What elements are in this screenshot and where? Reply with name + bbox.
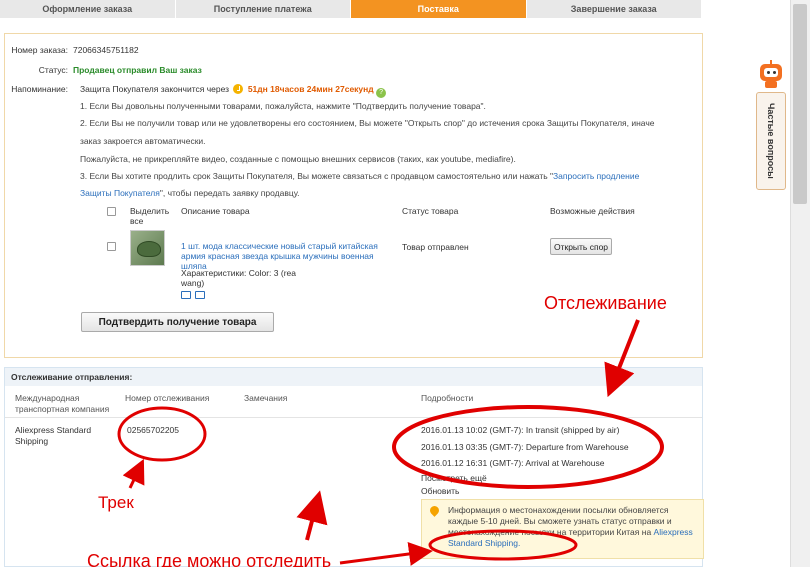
tracking-events-circle — [392, 405, 664, 489]
arrow-track — [122, 458, 145, 489]
arrow-remarks — [296, 490, 328, 541]
annotation-track: Трек — [98, 493, 134, 512]
annotation-link: Ссылка где можно отследить — [87, 551, 332, 567]
carrier-link-circle — [428, 529, 578, 561]
arrow-link — [339, 542, 433, 566]
tracking-number-circle — [117, 406, 207, 462]
arrow-tracking — [604, 319, 640, 398]
annotation-overlay — [117, 319, 664, 566]
annotation-tracking: Отслеживание — [544, 293, 667, 313]
